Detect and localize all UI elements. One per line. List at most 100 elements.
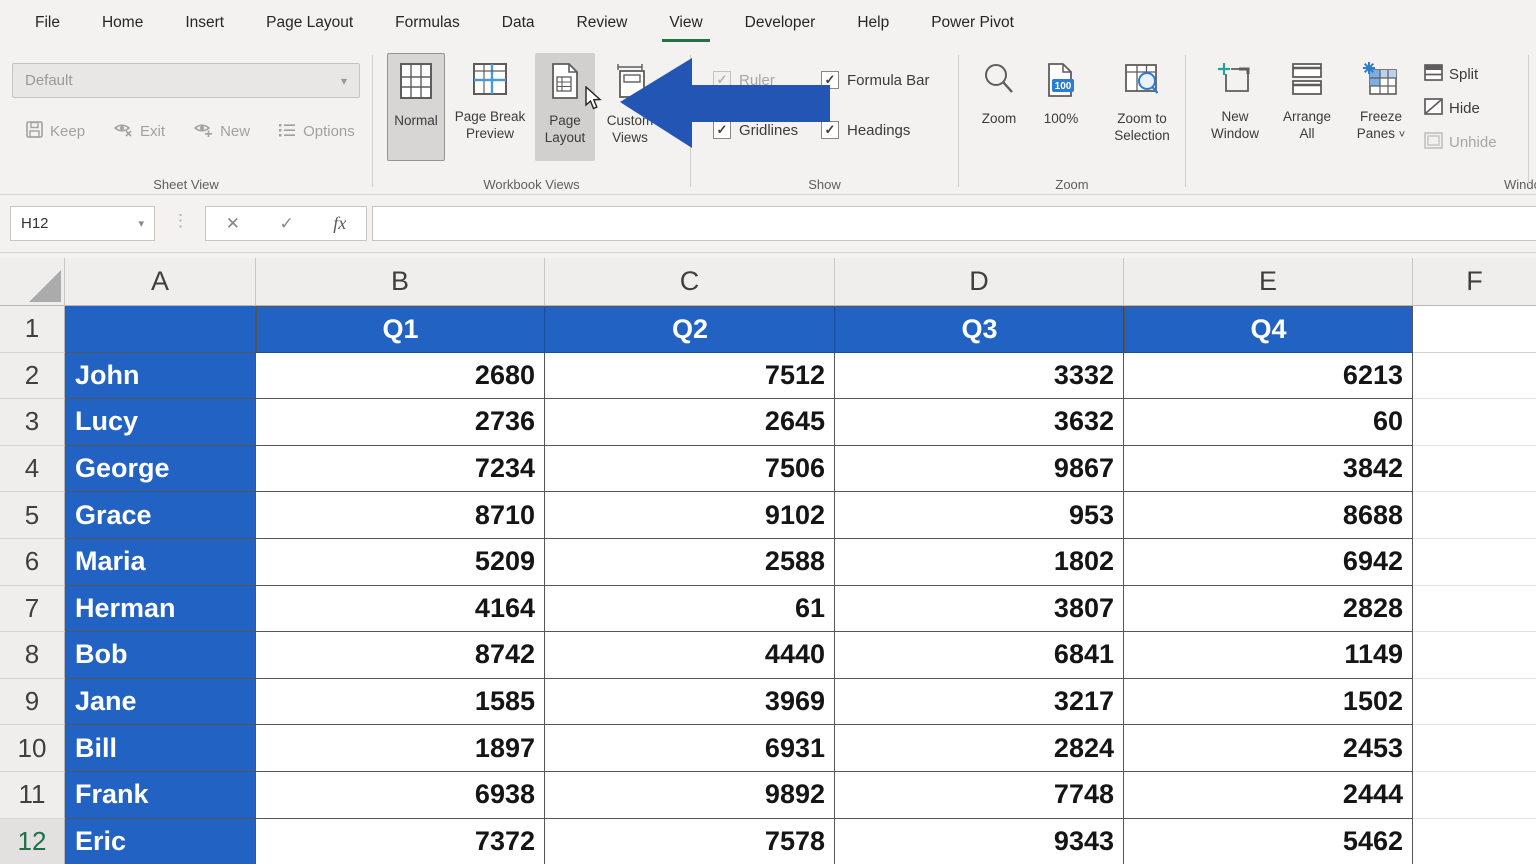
hide-button[interactable]: Hide	[1424, 95, 1497, 122]
tab-insert[interactable]: Insert	[164, 0, 245, 45]
value-cell[interactable]: 2444	[1124, 772, 1413, 819]
q1-header-cell[interactable]: Q1	[256, 306, 545, 353]
row-header[interactable]: 4	[0, 446, 65, 493]
tab-home[interactable]: Home	[81, 0, 164, 45]
value-cell[interactable]: 5209	[256, 539, 545, 586]
value-cell[interactable]: 1897	[256, 725, 545, 772]
empty-cell[interactable]	[1413, 725, 1536, 772]
row-header[interactable]: 9	[0, 679, 65, 726]
select-all-corner[interactable]	[0, 258, 65, 306]
enter-check-icon[interactable]: ✓	[280, 214, 294, 234]
zoom-to-selection-button[interactable]: Zoom to Selection	[1095, 53, 1189, 161]
cancel-icon[interactable]: ✕	[226, 214, 240, 234]
value-cell[interactable]: 7578	[545, 819, 835, 864]
q3-header-cell[interactable]: Q3	[835, 306, 1124, 353]
tab-review[interactable]: Review	[556, 0, 649, 45]
value-cell[interactable]: 7506	[545, 446, 835, 493]
empty-cell[interactable]	[1413, 446, 1536, 493]
value-cell[interactable]: 2453	[1124, 725, 1413, 772]
options-sheet-view-button[interactable]: Options	[278, 122, 355, 142]
row-header[interactable]: 6	[0, 539, 65, 586]
value-cell[interactable]: 9102	[545, 492, 835, 539]
column-header-a[interactable]: A	[65, 258, 256, 306]
formula-bar-checkbox[interactable]: ✓ Formula Bar	[821, 71, 930, 89]
name-box[interactable]: H12 ▾	[10, 206, 155, 241]
arrange-all-button[interactable]: Arrange All	[1274, 53, 1340, 161]
name-cell[interactable]: Grace	[65, 492, 256, 539]
name-cell[interactable]: Frank	[65, 772, 256, 819]
value-cell[interactable]: 6213	[1124, 353, 1413, 400]
value-cell[interactable]: 7748	[835, 772, 1124, 819]
row-header[interactable]: 5	[0, 492, 65, 539]
value-cell[interactable]: 8688	[1124, 492, 1413, 539]
tab-file[interactable]: File	[14, 0, 81, 45]
tab-developer[interactable]: Developer	[724, 0, 837, 45]
tab-data[interactable]: Data	[481, 0, 556, 45]
sheet-view-dropdown[interactable]: Default ▾	[12, 63, 360, 98]
name-cell[interactable]: Maria	[65, 539, 256, 586]
empty-cell[interactable]	[1413, 353, 1536, 400]
page-break-preview-button[interactable]: Page Break Preview	[448, 53, 532, 161]
value-cell[interactable]: 1149	[1124, 632, 1413, 679]
headings-checkbox[interactable]: ✓ Headings	[821, 121, 910, 139]
keep-sheet-view-button[interactable]: Keep	[26, 121, 85, 142]
row-header[interactable]: 1	[0, 306, 65, 353]
column-header-e[interactable]: E	[1124, 258, 1413, 306]
value-cell[interactable]: 7512	[545, 353, 835, 400]
empty-cell[interactable]	[1413, 539, 1536, 586]
value-cell[interactable]: 2828	[1124, 586, 1413, 633]
value-cell[interactable]: 4440	[545, 632, 835, 679]
ruler-checkbox[interactable]: ✓ Ruler	[713, 71, 775, 89]
value-cell[interactable]: 7234	[256, 446, 545, 493]
empty-cell[interactable]	[1413, 586, 1536, 633]
value-cell[interactable]: 1502	[1124, 679, 1413, 726]
name-cell[interactable]: Bill	[65, 725, 256, 772]
formula-input[interactable]	[372, 206, 1536, 241]
value-cell[interactable]: 1585	[256, 679, 545, 726]
name-cell[interactable]: Bob	[65, 632, 256, 679]
value-cell[interactable]: 3632	[835, 399, 1124, 446]
value-cell[interactable]: 2824	[835, 725, 1124, 772]
cell-a1[interactable]	[65, 306, 256, 353]
row-header[interactable]: 10	[0, 725, 65, 772]
value-cell[interactable]: 2645	[545, 399, 835, 446]
zoom-button[interactable]: Zoom	[971, 53, 1027, 161]
value-cell[interactable]: 2588	[545, 539, 835, 586]
value-cell[interactable]: 1802	[835, 539, 1124, 586]
value-cell[interactable]: 3842	[1124, 446, 1413, 493]
column-header-c[interactable]: C	[545, 258, 835, 306]
name-cell[interactable]: Jane	[65, 679, 256, 726]
custom-views-button[interactable]: Custom Views	[598, 53, 662, 161]
empty-cell[interactable]	[1413, 306, 1536, 353]
tab-view[interactable]: View	[648, 0, 723, 45]
formula-bar-dots-handle[interactable]: ⋮	[172, 211, 189, 231]
page-layout-button[interactable]: Page Layout	[535, 53, 595, 161]
value-cell[interactable]: 2680	[256, 353, 545, 400]
value-cell[interactable]: 3217	[835, 679, 1124, 726]
tab-power-pivot[interactable]: Power Pivot	[910, 0, 1035, 45]
value-cell[interactable]: 6841	[835, 632, 1124, 679]
tab-help[interactable]: Help	[836, 0, 910, 45]
value-cell[interactable]: 9343	[835, 819, 1124, 864]
empty-cell[interactable]	[1413, 772, 1536, 819]
value-cell[interactable]: 2736	[256, 399, 545, 446]
value-cell[interactable]: 9892	[545, 772, 835, 819]
empty-cell[interactable]	[1413, 632, 1536, 679]
value-cell[interactable]: 9867	[835, 446, 1124, 493]
new-sheet-view-button[interactable]: New	[193, 121, 250, 142]
column-header-d[interactable]: D	[835, 258, 1124, 306]
empty-cell[interactable]	[1413, 679, 1536, 726]
row-header[interactable]: 7	[0, 586, 65, 633]
row-header[interactable]: 8	[0, 632, 65, 679]
column-header-f[interactable]: F	[1413, 258, 1536, 306]
split-button[interactable]: Split	[1424, 61, 1497, 88]
value-cell[interactable]: 4164	[256, 586, 545, 633]
value-cell[interactable]: 3807	[835, 586, 1124, 633]
value-cell[interactable]: 8710	[256, 492, 545, 539]
value-cell[interactable]: 6931	[545, 725, 835, 772]
value-cell[interactable]: 60	[1124, 399, 1413, 446]
empty-cell[interactable]	[1413, 399, 1536, 446]
new-window-button[interactable]: New Window	[1202, 53, 1268, 161]
empty-cell[interactable]	[1413, 492, 1536, 539]
column-header-b[interactable]: B	[256, 258, 545, 306]
